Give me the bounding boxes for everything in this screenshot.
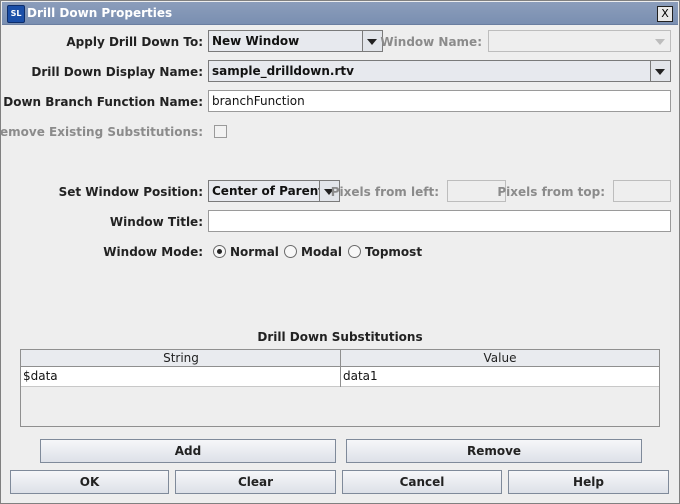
window-mode-label: Window Mode:: [103, 245, 203, 259]
ok-button[interactable]: OK: [10, 470, 169, 494]
radio-normal-label: Normal: [230, 245, 279, 259]
remove-existing-checkbox[interactable]: [214, 125, 227, 138]
radio-modal[interactable]: [284, 245, 297, 258]
pixels-left-label: Pixels from left:: [330, 185, 439, 199]
radio-normal[interactable]: [213, 245, 226, 258]
clear-button[interactable]: Clear: [175, 470, 336, 494]
branch-function-input[interactable]: branchFunction: [208, 90, 671, 112]
display-name-value: sample_drilldown.rtv: [212, 64, 354, 78]
window-position-label: Set Window Position:: [58, 185, 203, 199]
window-title-label: Window Title:: [109, 215, 203, 229]
window-name-label: Window Name:: [380, 35, 482, 49]
cancel-button[interactable]: Cancel: [342, 470, 502, 494]
add-button[interactable]: Add: [40, 439, 336, 463]
branch-function-label: Drill Down Branch Function Name:: [0, 95, 203, 109]
column-divider: [340, 350, 341, 387]
apply-to-value: New Window: [212, 34, 300, 48]
window-name-select[interactable]: [488, 30, 671, 52]
column-header-string[interactable]: String: [21, 350, 341, 367]
window-position-select[interactable]: Center of Parent: [208, 180, 340, 202]
display-name-select[interactable]: sample_drilldown.rtv: [208, 60, 671, 82]
title-bar: SL Drill Down Properties X: [2, 2, 678, 25]
window-position-value: Center of Parent: [212, 184, 325, 198]
help-button[interactable]: Help: [508, 470, 669, 494]
app-logo-icon: SL: [7, 5, 25, 23]
radio-topmost-label: Topmost: [365, 245, 423, 259]
pixels-top-input[interactable]: [613, 180, 671, 202]
radio-modal-label: Modal: [301, 245, 342, 259]
radio-topmost[interactable]: [348, 245, 361, 258]
chevron-down-icon[interactable]: [651, 31, 670, 51]
chevron-down-icon[interactable]: [362, 31, 382, 51]
close-icon[interactable]: X: [657, 6, 673, 22]
table-cell-string[interactable]: $data: [21, 367, 341, 387]
column-header-value[interactable]: Value: [341, 350, 659, 367]
dialog-window: SL Drill Down Properties X Apply Drill D…: [0, 0, 680, 504]
apply-to-label: Apply Drill Down To:: [66, 35, 203, 49]
display-name-label: Drill Down Display Name:: [31, 65, 203, 79]
table-cell-value[interactable]: data1: [341, 367, 659, 387]
pixels-top-label: Pixels from top:: [497, 185, 605, 199]
remove-existing-label: Remove Existing Substitutions:: [0, 125, 203, 139]
chevron-down-icon[interactable]: [650, 61, 670, 81]
remove-button[interactable]: Remove: [346, 439, 642, 463]
substitutions-table: String Value $data data1: [20, 349, 660, 427]
window-title-input[interactable]: [208, 210, 671, 232]
window-title: Drill Down Properties: [27, 6, 173, 20]
apply-to-select[interactable]: New Window: [208, 30, 383, 52]
substitutions-title: Drill Down Substitutions: [257, 330, 423, 344]
